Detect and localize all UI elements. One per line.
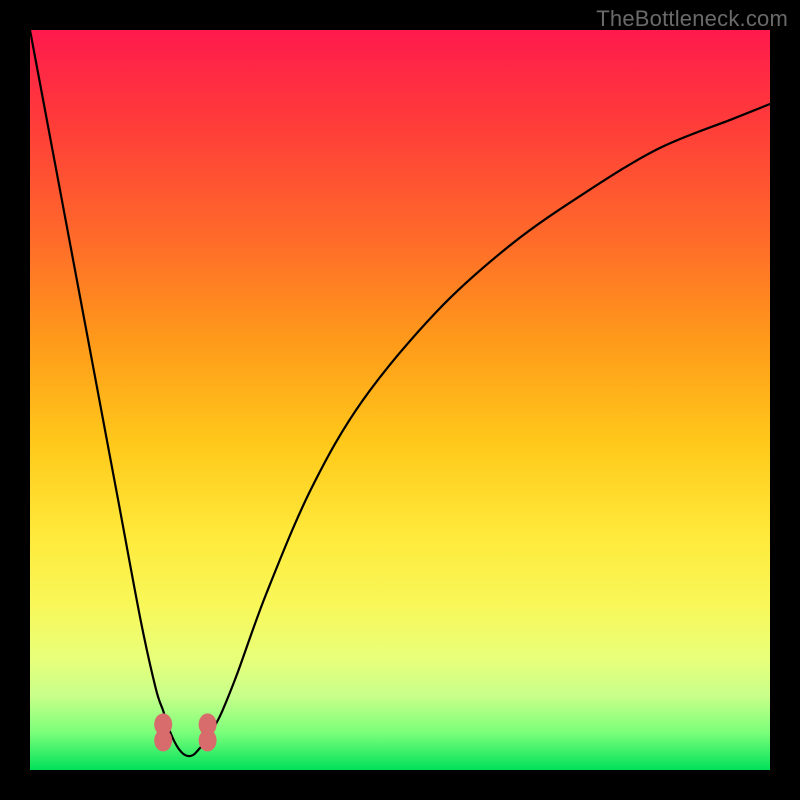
valley-marker-right-upper [199, 713, 217, 735]
valley-markers [154, 713, 216, 751]
chart-frame: TheBottleneck.com [0, 0, 800, 800]
valley-marker-left-upper [154, 713, 172, 735]
plot-area [30, 30, 770, 770]
curve-svg [30, 30, 770, 770]
watermark-text: TheBottleneck.com [596, 6, 788, 32]
bottleneck-curve-path [30, 30, 770, 756]
